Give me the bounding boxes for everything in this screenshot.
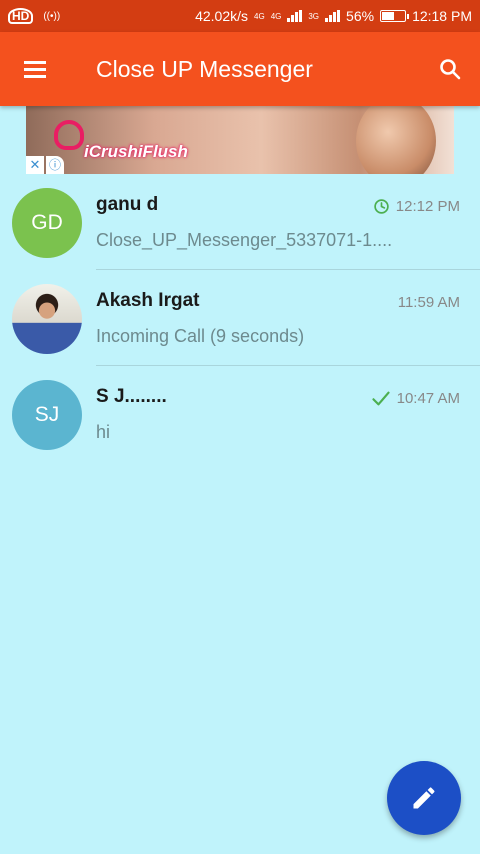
hotspot-icon: ((•)) <box>43 10 61 22</box>
ad-banner[interactable]: iCrushiFlush ✕ ⓘ <box>26 106 454 174</box>
message-time: 12:12 PM <box>373 198 460 215</box>
conversation-item[interactable]: Akash Irgat 11:59 AM Incoming Call (9 se… <box>0 270 480 366</box>
avatar: GD <box>12 188 82 258</box>
message-time: 11:59 AM <box>398 294 460 311</box>
conversation-list: GD ganu d 12:12 PM Close_UP_Messenger_53… <box>0 174 480 462</box>
conversation-item[interactable]: SJ S J........ 10:47 AM hi <box>0 366 480 462</box>
battery-icon <box>380 10 410 22</box>
ad-logo-icon <box>54 120 84 150</box>
hd-voice-icon: HD <box>8 8 34 24</box>
app-bar: Close UP Messenger <box>0 32 480 106</box>
network-type-1: 4G <box>254 11 265 21</box>
hamburger-menu-icon[interactable] <box>0 32 70 106</box>
conversation-item[interactable]: GD ganu d 12:12 PM Close_UP_Messenger_53… <box>0 174 480 270</box>
clock-icon <box>373 198 390 215</box>
message-preview: Incoming Call (9 seconds) <box>96 326 305 346</box>
app-title: Close UP Messenger <box>96 55 313 82</box>
ad-info-icon[interactable]: ⓘ <box>46 156 64 174</box>
avatar-photo <box>12 284 82 354</box>
signal-strength-icon <box>287 10 303 22</box>
network-type-3: 3G <box>308 11 320 21</box>
time-text: 12:12 PM <box>395 198 460 215</box>
pencil-icon <box>413 787 435 809</box>
avatar: SJ <box>12 380 82 450</box>
ad-image <box>356 106 436 174</box>
status-bar: HD ((•)) 42.02k/s 4G 4G 3G 56% 12:18 PM <box>0 0 480 32</box>
clock: 12:18 PM <box>412 8 472 24</box>
contact-name: Akash Irgat <box>96 290 200 311</box>
battery-percent: 56% <box>346 8 375 24</box>
contact-name: S J........ <box>96 386 167 407</box>
compose-button[interactable] <box>387 761 461 835</box>
contact-name: ganu d <box>96 194 159 215</box>
message-preview: Close_UP_Messenger_5337071-1.... <box>96 230 393 250</box>
message-time: 10:47 AM <box>371 390 460 407</box>
search-icon[interactable] <box>420 32 480 106</box>
check-icon <box>371 390 391 407</box>
time-text: 11:59 AM <box>397 294 460 311</box>
message-preview: hi <box>96 422 111 442</box>
ad-close-icon[interactable]: ✕ <box>26 156 44 174</box>
signal-strength-icon-2 <box>325 10 341 22</box>
time-text: 10:47 AM <box>396 390 460 407</box>
network-speed: 42.02k/s <box>195 8 249 24</box>
network-type-2: 4G <box>270 11 282 21</box>
ad-brand-text: iCrushiFlush <box>84 142 188 161</box>
